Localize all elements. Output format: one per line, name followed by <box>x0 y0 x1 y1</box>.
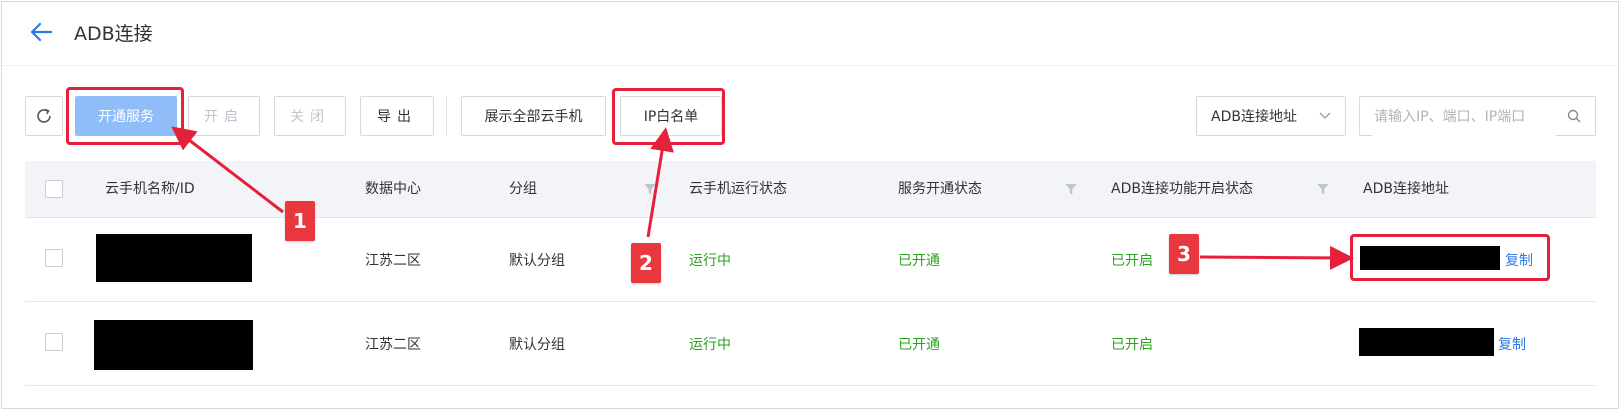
search-field-select[interactable]: ADB连接地址 <box>1196 96 1346 136</box>
group-cell: 默认分组 <box>509 253 565 269</box>
show-all-phones-button[interactable]: 展示全部云手机 <box>461 96 606 136</box>
column-header-run-status: 云手机运行状态 <box>689 181 787 197</box>
filter-icon[interactable] <box>1065 183 1077 196</box>
enable-button[interactable]: 开启 <box>188 96 260 136</box>
search-box <box>1359 96 1596 136</box>
export-button[interactable]: 导出 <box>360 96 434 136</box>
service-status-cell: 已开通 <box>898 337 940 353</box>
table-row: 江苏二区 默认分组 运行中 已开通 已开启 复制 <box>25 302 1596 386</box>
annotation-badge-1: 1 <box>285 201 315 241</box>
back-arrow-icon[interactable] <box>30 22 52 42</box>
row-checkbox[interactable] <box>45 333 63 351</box>
annotation-highlight-ip-whitelist <box>612 88 725 145</box>
annotation-highlight-adb-address <box>1350 234 1550 281</box>
annotation-highlight-open-service <box>66 87 184 145</box>
column-header-adb-status: ADB连接功能开启状态 <box>1111 181 1253 197</box>
annotation-badge-2: 2 <box>631 243 661 283</box>
annotation-badge-3: 3 <box>1169 234 1199 274</box>
group-cell: 默认分组 <box>509 337 565 353</box>
select-all-checkbox[interactable] <box>45 180 63 198</box>
page-header: ADB连接 <box>0 0 1620 66</box>
refresh-icon <box>37 108 51 123</box>
toolbar-divider <box>446 96 447 136</box>
redacted-phone-name <box>96 234 252 282</box>
redacted-adb-address <box>1359 328 1494 356</box>
search-input[interactable] <box>1372 98 1556 136</box>
column-header-service-status: 服务开通状态 <box>898 181 982 197</box>
column-header-datacenter: 数据中心 <box>365 181 421 197</box>
datacenter-cell: 江苏二区 <box>365 337 421 353</box>
datacenter-cell: 江苏二区 <box>365 253 421 269</box>
column-header-name: 云手机名称/ID <box>105 181 195 197</box>
search-icon[interactable] <box>1567 109 1581 123</box>
filter-icon[interactable] <box>644 183 656 196</box>
close-button[interactable]: 关闭 <box>274 96 346 136</box>
redacted-phone-name <box>94 320 253 370</box>
service-status-cell: 已开通 <box>898 253 940 269</box>
filter-icon[interactable] <box>1317 183 1329 196</box>
chevron-down-icon <box>1319 112 1331 119</box>
column-header-adb-address: ADB连接地址 <box>1363 181 1449 197</box>
adb-status-cell: 已开启 <box>1111 337 1153 353</box>
refresh-button[interactable] <box>25 96 63 136</box>
run-status-cell: 运行中 <box>689 337 731 353</box>
adb-status-cell: 已开启 <box>1111 253 1153 269</box>
table-header: 云手机名称/ID 数据中心 分组 云手机运行状态 服务开通状态 ADB连接功能开… <box>25 161 1596 218</box>
column-header-group: 分组 <box>509 181 537 197</box>
row-checkbox[interactable] <box>45 249 63 267</box>
search-field-select-value: ADB连接地址 <box>1211 109 1297 125</box>
page-title: ADB连接 <box>74 23 153 45</box>
run-status-cell: 运行中 <box>689 253 731 269</box>
copy-link[interactable]: 复制 <box>1498 334 1526 354</box>
